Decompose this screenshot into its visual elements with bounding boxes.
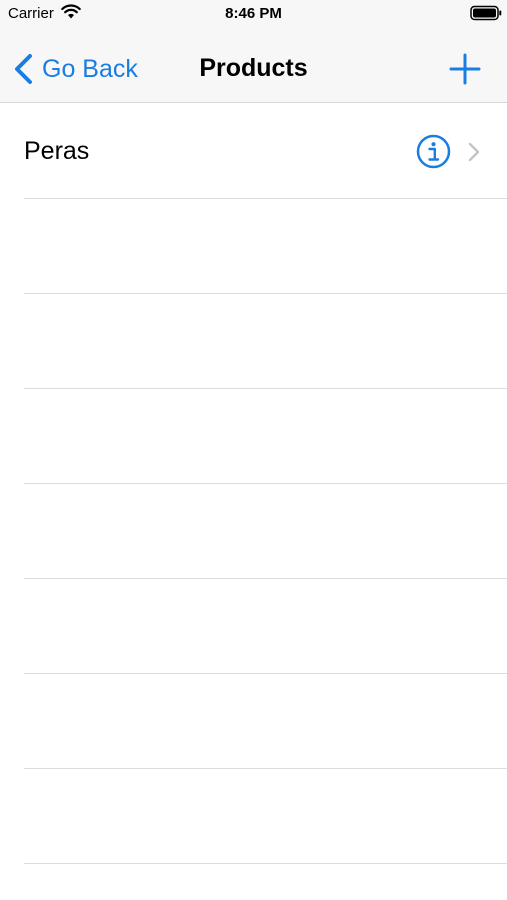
product-name: Peras xyxy=(24,137,90,165)
products-table: Peras xyxy=(0,104,507,900)
table-row[interactable]: Peras xyxy=(0,104,507,199)
status-bar: Carrier 8:46 PM xyxy=(0,0,507,30)
plus-icon[interactable] xyxy=(448,52,482,86)
status-time: 8:46 PM xyxy=(225,5,282,22)
battery-icon xyxy=(470,5,502,21)
empty-row xyxy=(0,389,507,484)
empty-row xyxy=(0,294,507,389)
empty-row xyxy=(0,769,507,864)
empty-row xyxy=(0,579,507,674)
products-screen: Carrier 8:46 PM Go Back Products Peras xyxy=(0,0,507,900)
chevron-right-icon xyxy=(468,142,480,162)
info-icon[interactable] xyxy=(416,134,451,169)
empty-row xyxy=(0,674,507,769)
empty-row xyxy=(0,484,507,579)
empty-row xyxy=(0,199,507,294)
navigation-bar: Go Back Products xyxy=(0,30,507,103)
page-title: Products xyxy=(199,54,308,82)
